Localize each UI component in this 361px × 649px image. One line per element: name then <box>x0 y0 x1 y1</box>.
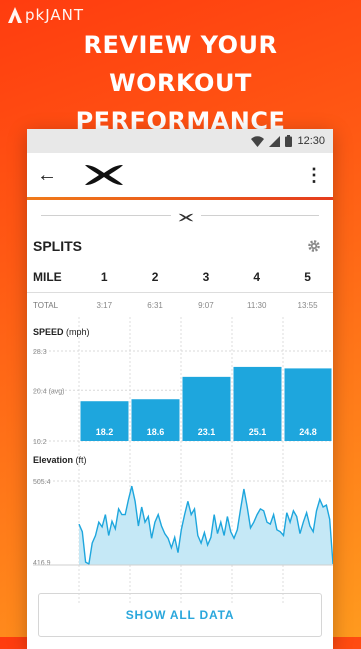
mile-header-row: MILE 1 2 3 4 5 <box>27 262 333 293</box>
elevation-unit: (ft) <box>76 455 87 465</box>
speed-tick-label: 20.4 (avg) <box>33 388 65 395</box>
speed-unit: (mph) <box>66 327 90 337</box>
splits-charts: SPEED (mph) 28.3 20.4 (avg) 10.2 18.2 18.6 23.… <box>33 317 333 603</box>
elevation-title: Elevation (ft) <box>33 455 87 465</box>
app-bar: ← ⋮ <box>27 153 333 197</box>
total-time-row: TOTAL 3:17 6:31 9:07 11:30 13:55 <box>27 293 333 317</box>
total-time: 3:17 <box>96 300 113 310</box>
total-time: 13:55 <box>297 300 318 310</box>
splits-title: SPLITS <box>33 238 83 254</box>
section-divider <box>27 200 333 230</box>
speed-bar-value: 18.6 <box>147 427 165 437</box>
watermark: pkJANT <box>8 6 84 24</box>
total-time: 6:31 <box>147 300 163 310</box>
hero-headline: REVIEW YOUR WORKOUT PERFORMANCE <box>0 26 361 140</box>
speed-tick-label: 10.2 <box>33 439 47 446</box>
show-all-data-button[interactable]: SHOW ALL DATA <box>38 593 322 637</box>
status-time: 12:30 <box>297 135 325 147</box>
speed-bar-value: 24.8 <box>299 427 317 437</box>
watermark-text: pkJANT <box>25 6 85 24</box>
wifi-icon <box>251 135 265 147</box>
more-options-icon[interactable]: ⋮ <box>305 165 323 186</box>
total-time: 11:30 <box>247 300 267 310</box>
elevation-area <box>79 486 333 565</box>
mile-number: 5 <box>304 270 311 284</box>
phone-screen: 12:30 ← ⋮ SPLITS MILE 1 2 3 4 5 TOTAL 3:… <box>27 129 333 649</box>
speed-tick-label: 28.3 <box>33 349 47 356</box>
elevation-tick-label: 505.4 <box>33 479 51 486</box>
mini-logo-icon <box>171 209 201 227</box>
splits-header: SPLITS <box>27 230 333 262</box>
mile-number: 1 <box>100 270 108 284</box>
mile-number: 4 <box>253 270 261 284</box>
signal-icon <box>269 135 281 147</box>
status-bar: 12:30 <box>27 129 333 153</box>
speed-title: SPEED (mph) <box>33 327 90 337</box>
settings-gear-icon[interactable] <box>307 239 321 253</box>
total-time: 9:07 <box>198 300 214 310</box>
hero-line-1: REVIEW YOUR <box>83 31 278 59</box>
speed-bar-value: 18.2 <box>96 427 114 437</box>
elevation-tick-label: 416.9 <box>33 560 51 567</box>
under-armour-logo-icon <box>85 165 123 185</box>
mile-label: MILE <box>33 270 62 284</box>
battery-icon <box>285 135 293 147</box>
mile-number: 2 <box>151 270 159 284</box>
total-label: TOTAL <box>33 300 59 310</box>
speed-bar-value: 23.1 <box>198 427 216 437</box>
back-arrow-icon[interactable]: ← <box>37 164 63 187</box>
watermark-logo-icon <box>8 7 22 23</box>
speed-bar-value: 25.1 <box>249 427 267 437</box>
mile-number: 3 <box>202 270 210 284</box>
